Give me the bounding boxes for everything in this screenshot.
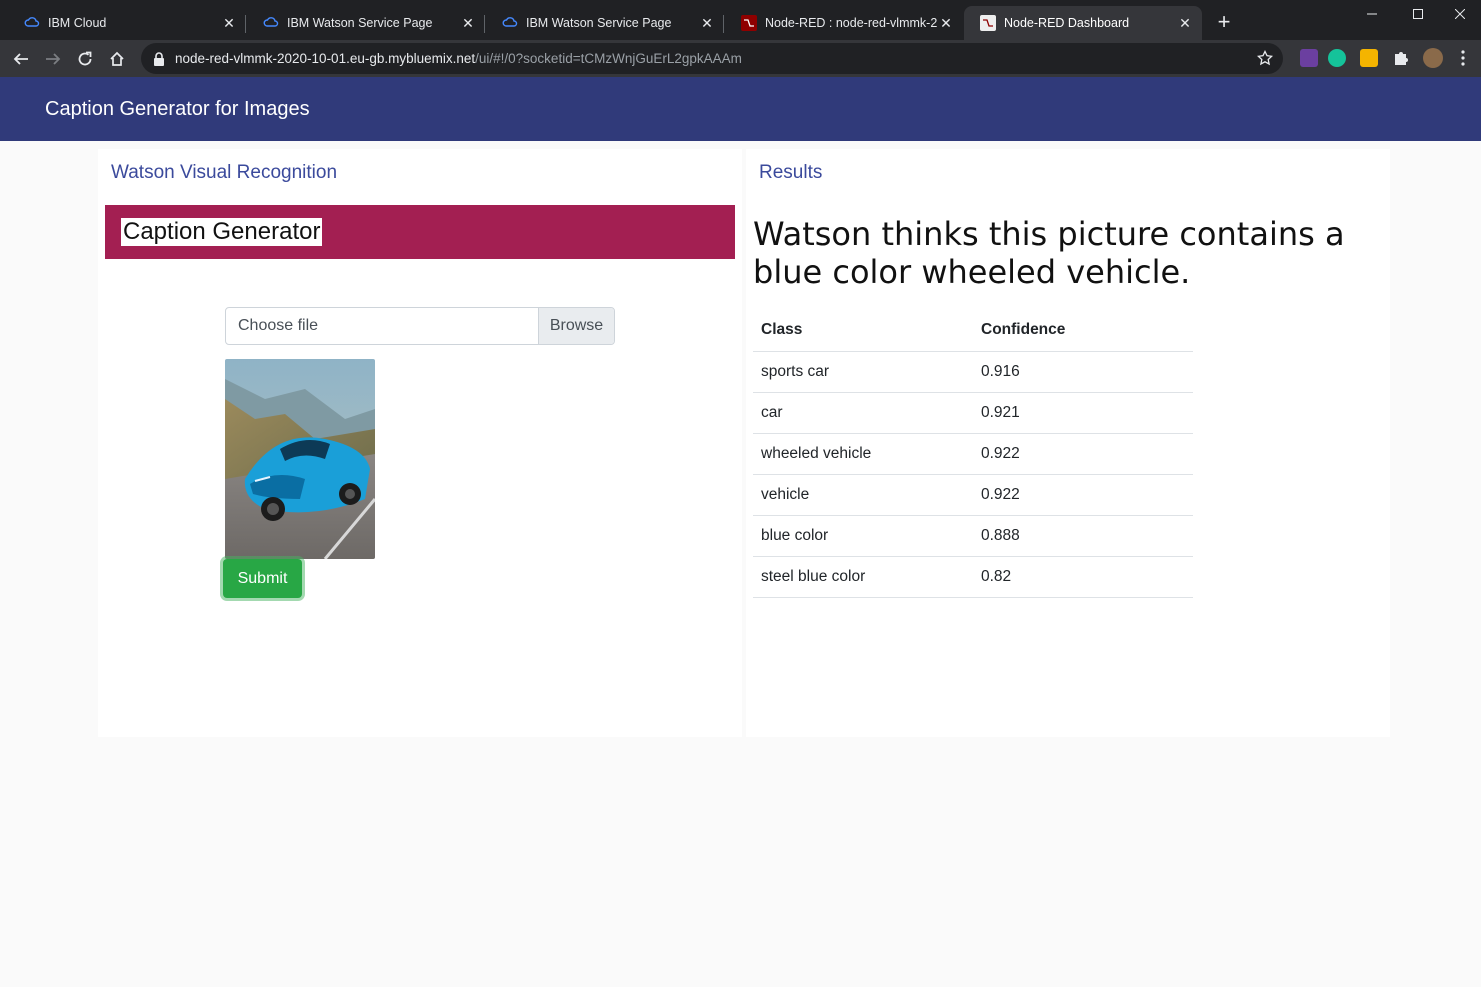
tab-title: Node-RED : node-red-vlmmk-20 xyxy=(765,16,937,30)
close-icon[interactable]: ✕ xyxy=(1176,14,1194,32)
table-row: vehicle 0.922 xyxy=(753,474,1193,516)
confidence-cell: 0.922 xyxy=(973,474,1193,516)
tab-title: IBM Watson Service Page xyxy=(526,16,672,30)
confidence-cell: 0.916 xyxy=(973,351,1193,393)
group-title: Results xyxy=(759,162,823,183)
tab-title: IBM Cloud xyxy=(48,16,107,30)
node-red-icon xyxy=(741,15,757,31)
results-table: Class Confidence sports car 0.916 car 0.… xyxy=(753,309,1193,598)
submit-button[interactable]: Submit xyxy=(223,559,302,598)
dashboard-header: Caption Generator for Images xyxy=(0,77,1481,141)
class-cell: blue color xyxy=(753,515,973,557)
class-cell: sports car xyxy=(753,351,973,393)
group-title: Watson Visual Recognition xyxy=(111,162,338,183)
browser-tab[interactable]: IBM Watson Service Page ✕ xyxy=(247,6,485,40)
close-icon[interactable]: ✕ xyxy=(698,14,716,32)
browser-tab[interactable]: IBM Cloud ✕ xyxy=(8,6,246,40)
page-title: Caption Generator for Images xyxy=(45,98,310,120)
window-close-icon[interactable] xyxy=(1437,0,1481,28)
browser-tab-active[interactable]: Node-RED Dashboard ✕ xyxy=(964,6,1202,40)
profile-avatar[interactable] xyxy=(1423,48,1443,68)
table-row: sports car 0.916 xyxy=(753,351,1193,393)
results-group: Results Watson thinks this picture conta… xyxy=(746,149,1390,737)
confidence-cell: 0.82 xyxy=(973,556,1193,598)
address-url: node-red-vlmmk-2020-10-01.eu-gb.mybluemi… xyxy=(175,51,742,66)
extension-icon[interactable] xyxy=(1300,49,1318,67)
forward-arrow-icon[interactable] xyxy=(40,46,66,72)
ibm-cloud-icon xyxy=(263,17,279,27)
minimize-icon[interactable] xyxy=(1349,0,1395,28)
grammarly-icon[interactable] xyxy=(1328,49,1346,67)
table-row: steel blue color 0.82 xyxy=(753,556,1193,598)
table-row: wheeled vehicle 0.922 xyxy=(753,433,1193,475)
banner-title: Caption Generator xyxy=(121,218,323,246)
browser-toolbar: node-red-vlmmk-2020-10-01.eu-gb.mybluemi… xyxy=(0,40,1481,77)
confidence-cell: 0.922 xyxy=(973,433,1193,475)
puzzle-extensions-icon[interactable] xyxy=(1392,49,1410,67)
extension-icon[interactable] xyxy=(1360,49,1378,67)
table-header-row: Class Confidence xyxy=(753,309,1193,352)
file-input-placeholder[interactable]: Choose file xyxy=(226,308,538,344)
class-cell: car xyxy=(753,392,973,434)
tab-title: IBM Watson Service Page xyxy=(287,16,433,30)
confidence-cell: 0.921 xyxy=(973,392,1193,434)
watson-visual-recognition-group: Watson Visual Recognition Caption Genera… xyxy=(98,149,742,737)
browser-tab-bar: IBM Cloud ✕ IBM Watson Service Page ✕ IB… xyxy=(0,0,1481,40)
caption-result-text: Watson thinks this picture contains a bl… xyxy=(753,215,1345,291)
table-row: blue color 0.888 xyxy=(753,515,1193,557)
address-bar[interactable]: node-red-vlmmk-2020-10-01.eu-gb.mybluemi… xyxy=(141,43,1283,74)
confidence-cell: 0.888 xyxy=(973,515,1193,557)
ibm-cloud-icon xyxy=(502,17,518,27)
uploaded-image-preview xyxy=(225,359,375,559)
class-cell: vehicle xyxy=(753,474,973,516)
browser-tab[interactable]: IBM Watson Service Page ✕ xyxy=(486,6,724,40)
lock-icon xyxy=(154,51,164,66)
browse-button[interactable]: Browse xyxy=(538,308,614,344)
home-icon[interactable] xyxy=(104,46,130,72)
bookmark-star-icon[interactable] xyxy=(1257,50,1273,66)
reload-icon[interactable] xyxy=(72,46,98,72)
new-tab-button[interactable]: + xyxy=(1212,11,1236,35)
class-cell: wheeled vehicle xyxy=(753,433,973,475)
ibm-cloud-icon xyxy=(24,17,40,27)
back-arrow-icon[interactable] xyxy=(8,46,34,72)
table-row: car 0.921 xyxy=(753,392,1193,434)
class-cell: steel blue color xyxy=(753,556,973,598)
close-icon[interactable]: ✕ xyxy=(459,14,477,32)
column-header-confidence: Confidence xyxy=(973,309,1193,352)
column-header-class: Class xyxy=(753,309,973,352)
file-chooser[interactable]: Choose file Browse xyxy=(225,307,615,345)
node-red-icon xyxy=(980,15,996,31)
maximize-icon[interactable] xyxy=(1395,0,1441,28)
tab-title: Node-RED Dashboard xyxy=(1004,16,1130,30)
menu-dots-icon[interactable] xyxy=(1456,49,1470,67)
browser-tab[interactable]: Node-RED : node-red-vlmmk-20 ✕ xyxy=(725,6,963,40)
close-icon[interactable]: ✕ xyxy=(937,14,955,32)
close-icon[interactable]: ✕ xyxy=(220,14,238,32)
caption-generator-banner: Caption Generator xyxy=(105,205,735,259)
